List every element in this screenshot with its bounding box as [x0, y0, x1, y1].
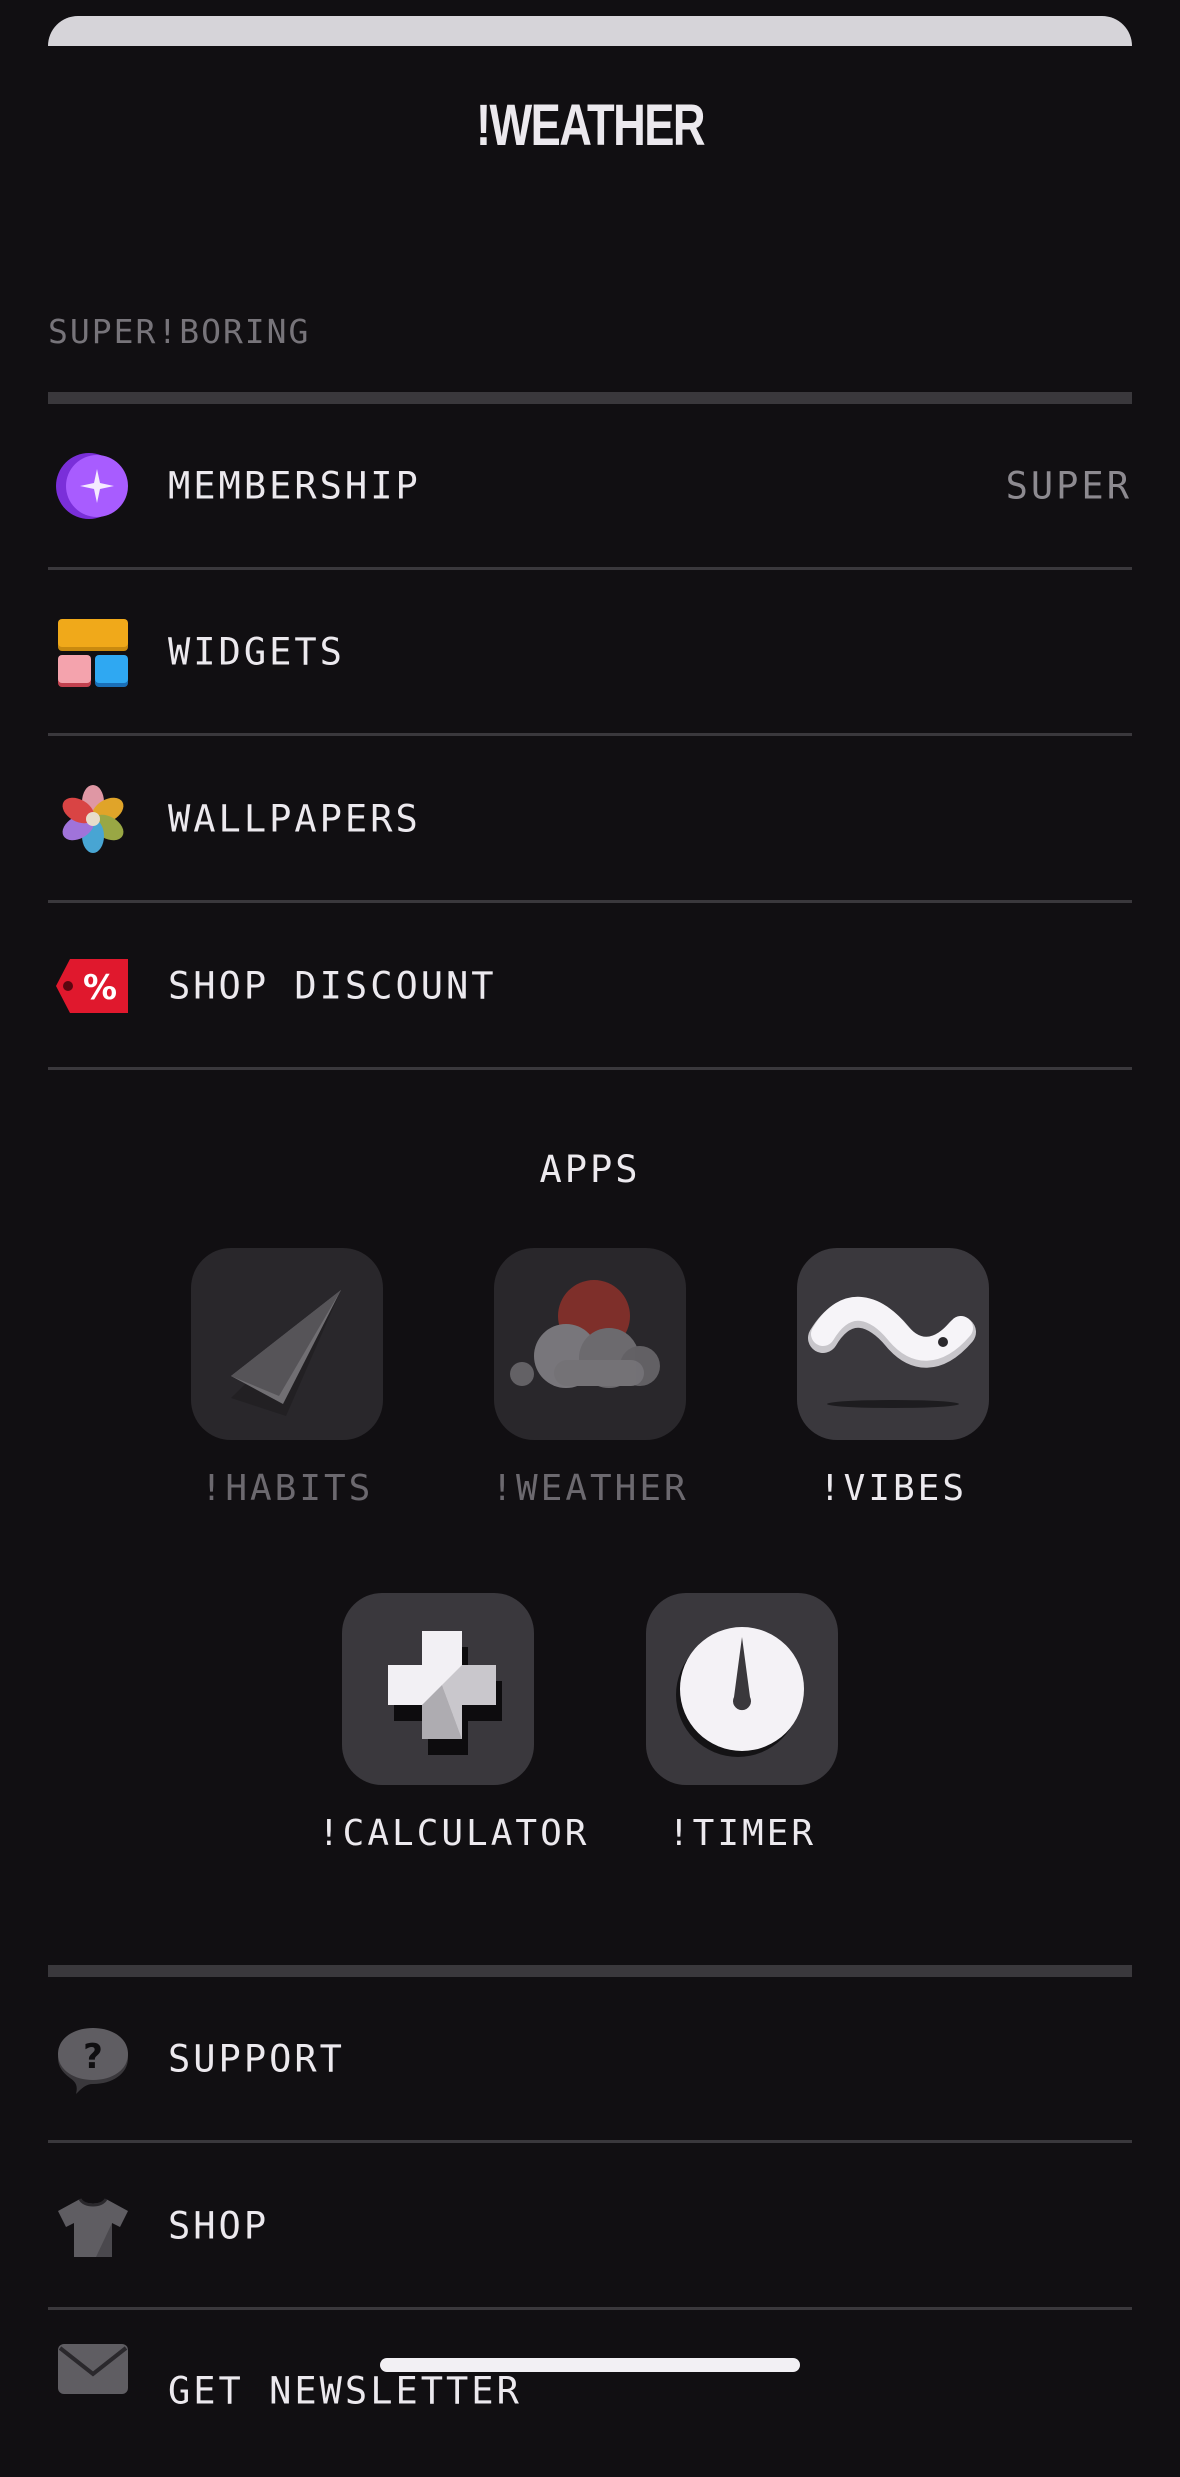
- paper-plane-icon: [231, 1290, 341, 1416]
- timer-dial-icon: [676, 1627, 804, 1757]
- menu-item-wallpapers[interactable]: WALLPAPERS: [48, 737, 1132, 903]
- app-tile: [494, 1248, 686, 1440]
- cloud-sun-icon: [510, 1280, 660, 1388]
- app-name: !WEATHER: [491, 1468, 689, 1509]
- app-tile: [191, 1248, 383, 1440]
- menu-item-membership[interactable]: MEMBERSHIP SUPER: [48, 404, 1132, 570]
- section-divider: [48, 392, 1132, 404]
- menu-item-widgets[interactable]: WIDGETS: [48, 570, 1132, 736]
- home-indicator: [380, 2358, 800, 2372]
- menu-item-newsletter[interactable]: GET NEWSLETTER: [48, 2311, 1132, 2477]
- question-bubble-icon: ?: [56, 2022, 130, 2096]
- section-label: SUPER!BORING: [48, 312, 311, 351]
- svg-text:?: ?: [83, 2037, 103, 2077]
- menu-item-shop-discount[interactable]: % SHOP DISCOUNT: [48, 904, 1132, 1070]
- tshirt-icon: [56, 2189, 130, 2263]
- app-calculator[interactable]: !CALCULATOR: [318, 1593, 590, 1854]
- menu-item-label: SUPPORT: [168, 2037, 345, 2080]
- menu-item-shop[interactable]: SHOP: [48, 2144, 1132, 2310]
- app-habits[interactable]: !HABITS: [167, 1248, 407, 1509]
- menu-item-label: WALLPAPERS: [168, 797, 421, 840]
- discount-tag-icon: %: [56, 949, 130, 1023]
- app-tile: [797, 1248, 989, 1440]
- menu-item-label: SHOP DISCOUNT: [168, 964, 497, 1007]
- menu-item-support[interactable]: ? SUPPORT: [48, 1977, 1132, 2143]
- app-tile: [342, 1593, 534, 1785]
- menu-item-label: SHOP: [168, 2204, 270, 2247]
- membership-status: SUPER: [1005, 464, 1132, 507]
- app-name: !VIBES: [818, 1468, 968, 1509]
- app-tile: [646, 1593, 838, 1785]
- app-vibes[interactable]: !VIBES: [773, 1248, 1013, 1509]
- apps-divider: [48, 1965, 1132, 1977]
- membership-sparkle-icon: [56, 449, 130, 523]
- app-weather[interactable]: !WEATHER: [470, 1248, 710, 1509]
- sheet-grabber-top: [48, 16, 1132, 46]
- menu-item-label: GET NEWSLETTER: [168, 2369, 522, 2413]
- wallpapers-flower-icon: [56, 782, 130, 856]
- envelope-icon: [56, 2332, 130, 2406]
- app-title: !WEATHER: [476, 93, 705, 158]
- plus-icon: [388, 1631, 502, 1755]
- apps-section-title: APPS: [539, 1148, 641, 1191]
- app-name: !HABITS: [200, 1468, 374, 1509]
- svg-text:%: %: [83, 968, 117, 1008]
- menu-item-label: WIDGETS: [168, 630, 345, 673]
- app-name: !TIMER: [667, 1813, 817, 1854]
- app-timer[interactable]: !TIMER: [622, 1593, 862, 1854]
- widgets-icon: [56, 615, 130, 689]
- wave-icon: [808, 1296, 976, 1408]
- menu-item-label: MEMBERSHIP: [168, 464, 421, 507]
- app-name: !CALCULATOR: [318, 1813, 590, 1854]
